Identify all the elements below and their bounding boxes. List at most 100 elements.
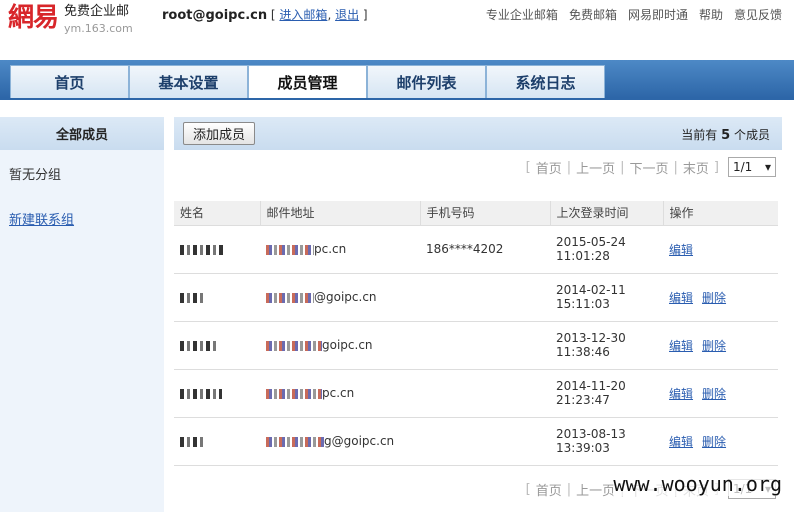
col-last-login: 上次登录时间 xyxy=(549,201,663,226)
sidebar-new-group: 新建联系组 xyxy=(0,209,164,228)
nav-divider xyxy=(0,98,794,100)
top-link-pro-mail[interactable]: 专业企业邮箱 xyxy=(486,6,558,23)
member-last-login: 2013-08-13 13:39:03 xyxy=(550,417,663,466)
delete-link[interactable]: 删除 xyxy=(702,435,726,449)
logo[interactable]: 網易 免费企业邮 ym.163.com xyxy=(8,3,133,36)
table-header-row: 姓名 邮件地址 手机号码 上次登录时间 操作 xyxy=(174,201,778,226)
edit-link[interactable]: 编辑 xyxy=(669,387,693,401)
tab-system-log[interactable]: 系统日志 xyxy=(486,65,605,98)
sidebar-item-all-members[interactable]: 全部成员 xyxy=(0,117,164,150)
top-link-help[interactable]: 帮助 xyxy=(699,6,723,23)
email-suffix: pc.cn xyxy=(322,386,355,400)
logout-link[interactable]: 退出 xyxy=(335,8,359,22)
login-date: 2014-02-11 xyxy=(556,283,626,297)
login-date: 2013-12-30 xyxy=(556,331,626,345)
email-suffix: @goipc.cn xyxy=(314,290,377,304)
pager-sep: | xyxy=(673,159,678,175)
pager-top: [ 首页 | 上一页 | 下一页 | 末页 ] 1/1 ▾ xyxy=(526,157,776,177)
member-phone xyxy=(420,273,550,322)
member-table: 姓名 邮件地址 手机号码 上次登录时间 操作 pc.cn 186****4202… xyxy=(174,201,778,466)
col-actions: 操作 xyxy=(662,201,778,226)
email-suffix: goipc.cn xyxy=(322,338,373,352)
redacted-name xyxy=(180,292,206,303)
sidebar: 全部成员 暂无分组 新建联系组 xyxy=(0,117,164,512)
member-last-login: 2014-11-20 21:23:47 xyxy=(550,369,663,418)
tab-mail-list[interactable]: 邮件列表 xyxy=(367,65,486,98)
email-suffix: g@goipc.cn xyxy=(324,434,395,448)
member-last-login: 2014-02-11 15:11:03 xyxy=(550,273,663,322)
logo-subtitle: ym.163.com xyxy=(64,22,133,35)
redacted-name xyxy=(180,388,222,399)
tab-basic-settings[interactable]: 基本设置 xyxy=(129,65,248,98)
logo-text: 免费企业邮 ym.163.com xyxy=(64,5,133,36)
redacted-email xyxy=(266,244,314,255)
nav-tabs: 首页 基本设置 成员管理 邮件列表 系统日志 xyxy=(10,65,605,99)
login-time: 13:39:03 xyxy=(556,441,610,455)
pager-prev[interactable]: 上一页 xyxy=(576,480,615,499)
delete-link[interactable]: 删除 xyxy=(702,387,726,401)
member-phone xyxy=(420,321,550,370)
member-email: goipc.cn xyxy=(260,321,420,370)
pager-next[interactable]: 下一页 xyxy=(630,158,669,177)
top-link-free-mail[interactable]: 免费邮箱 xyxy=(569,6,617,23)
member-email: g@goipc.cn xyxy=(260,417,420,466)
pager-bracket: ] xyxy=(713,159,719,175)
count-prefix: 当前有 xyxy=(681,128,718,142)
table-row: pc.cn 186****4202 2015-05-24 11:01:28 编辑 xyxy=(174,225,778,274)
pager-sep: | xyxy=(566,159,572,175)
redacted-email xyxy=(266,388,322,399)
member-name xyxy=(174,369,260,418)
watermark: www.wooyun.org xyxy=(613,472,782,496)
bracket-close: ] xyxy=(362,8,368,22)
member-actions: 编辑 xyxy=(663,225,778,274)
page-select[interactable]: 1/1 ▾ xyxy=(728,157,776,177)
member-name xyxy=(174,321,260,370)
new-group-link[interactable]: 新建联系组 xyxy=(9,213,74,228)
delete-link[interactable]: 删除 xyxy=(702,291,726,305)
top-link-popo[interactable]: 网易即时通 xyxy=(628,6,688,23)
nav-bar: 首页 基本设置 成员管理 邮件列表 系统日志 xyxy=(0,60,794,99)
member-name xyxy=(174,225,260,274)
member-email: pc.cn xyxy=(260,225,420,274)
email-suffix: pc.cn xyxy=(314,242,347,256)
top-link-feedback[interactable]: 意见反馈 xyxy=(734,6,782,23)
login-date: 2014-11-20 xyxy=(556,379,626,393)
edit-link[interactable]: 编辑 xyxy=(669,291,693,305)
account-email: root@goipc.cn xyxy=(162,8,268,23)
enter-mailbox-link[interactable]: 进入邮箱 xyxy=(279,8,327,22)
login-time: 11:01:28 xyxy=(556,249,610,263)
delete-link[interactable]: 删除 xyxy=(702,339,726,353)
chevron-down-icon: ▾ xyxy=(764,160,771,174)
member-actions: 编辑 删除 xyxy=(663,417,778,466)
comma: , xyxy=(327,8,336,22)
table-row: goipc.cn 2013-12-30 11:38:46 编辑 删除 xyxy=(174,321,778,370)
pager-last[interactable]: 末页 xyxy=(683,158,709,177)
tab-member-management[interactable]: 成员管理 xyxy=(248,65,367,99)
redacted-email xyxy=(266,340,322,351)
account-info: root@goipc.cn [ 进入邮箱, 退出 ] xyxy=(162,6,368,23)
pager-sep: | xyxy=(620,159,625,175)
pager-first[interactable]: 首页 xyxy=(536,480,562,499)
edit-link[interactable]: 编辑 xyxy=(669,339,693,353)
table-row: g@goipc.cn 2013-08-13 13:39:03 编辑 删除 xyxy=(174,417,778,466)
pager-prev[interactable]: 上一页 xyxy=(576,158,615,177)
tab-home[interactable]: 首页 xyxy=(10,65,129,98)
col-name: 姓名 xyxy=(174,201,260,226)
edit-link[interactable]: 编辑 xyxy=(669,435,693,449)
pager-first[interactable]: 首页 xyxy=(536,158,562,177)
edit-link[interactable]: 编辑 xyxy=(669,243,693,257)
count-value: 5 xyxy=(721,128,731,143)
redacted-name xyxy=(180,436,206,447)
pager-bracket: [ xyxy=(525,481,531,497)
col-phone: 手机号码 xyxy=(419,201,550,226)
member-phone xyxy=(420,369,550,418)
login-date: 2013-08-13 xyxy=(556,427,626,441)
sidebar-item-no-group: 暂无分组 xyxy=(9,168,62,183)
table-row: @goipc.cn 2014-02-11 15:11:03 编辑 删除 xyxy=(174,273,778,322)
top-links: 专业企业邮箱 免费邮箱 网易即时通 帮助 意见反馈 xyxy=(486,6,782,23)
pager-bracket: [ xyxy=(525,159,531,175)
login-time: 21:23:47 xyxy=(556,393,610,407)
add-member-button[interactable]: 添加成员 xyxy=(183,122,255,145)
redacted-name xyxy=(180,340,218,351)
member-name xyxy=(174,273,260,322)
